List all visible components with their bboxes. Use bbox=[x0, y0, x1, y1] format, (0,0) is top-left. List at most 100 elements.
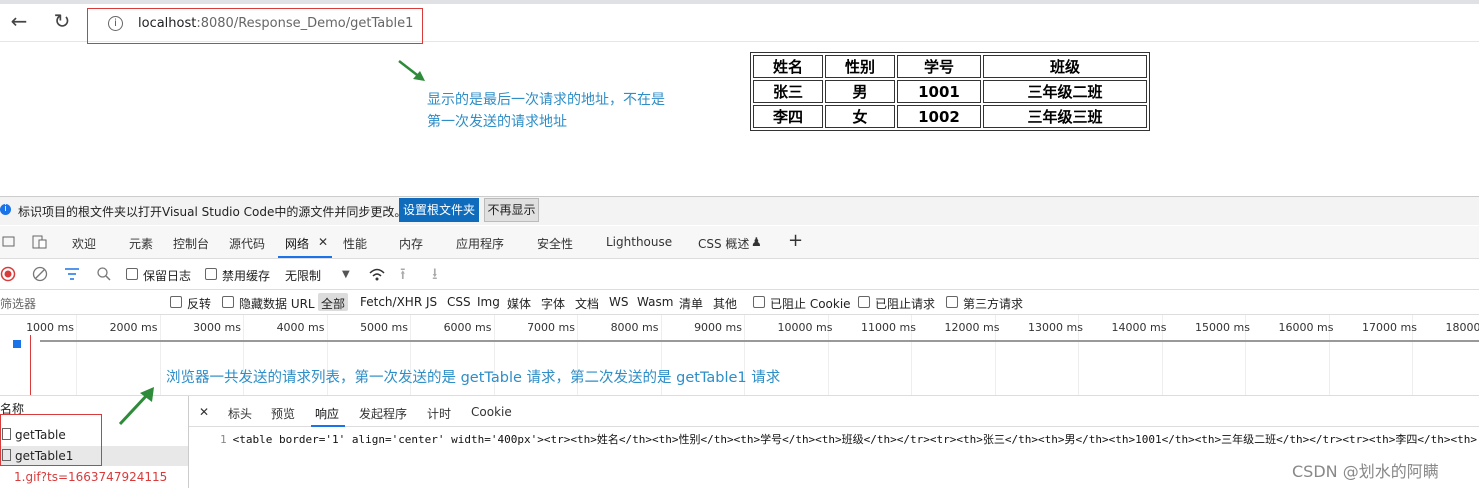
timeline-tick-label: 17000 ms bbox=[1362, 321, 1417, 334]
set-root-folder-button[interactable]: 设置根文件夹 bbox=[399, 198, 479, 222]
preserve-log-checkbox[interactable] bbox=[126, 268, 138, 280]
filter-type-media[interactable]: 媒体 bbox=[507, 295, 531, 312]
table-cell: 1001 bbox=[897, 80, 981, 103]
tab-security[interactable]: 安全性 bbox=[537, 235, 573, 252]
url-path: :8080/Response_Demo/getTable1 bbox=[196, 16, 414, 31]
filter-type-doc[interactable]: 文档 bbox=[575, 295, 599, 312]
back-arrow-icon[interactable]: ← bbox=[5, 8, 33, 36]
invert-label: 反转 bbox=[187, 297, 212, 311]
filter-type-font[interactable]: 字体 bbox=[541, 295, 565, 312]
tab-elements[interactable]: 元素 bbox=[129, 235, 153, 252]
hide-data-url-checkbox[interactable] bbox=[222, 296, 234, 308]
tab-headers[interactable]: 标头 bbox=[228, 405, 252, 422]
request-list-highlight bbox=[0, 414, 102, 466]
timeline-tick-label: 15000 ms bbox=[1195, 321, 1250, 334]
timeline-tick-label: 13000 ms bbox=[1028, 321, 1083, 334]
chevron-down-icon[interactable]: ▼ bbox=[342, 269, 350, 280]
address-bar-url[interactable]: localhost:8080/Response_Demo/getTable1 bbox=[138, 16, 413, 31]
filter-input[interactable]: 筛选器 bbox=[0, 295, 36, 312]
disable-cache-checkbox[interactable] bbox=[205, 268, 217, 280]
blocked-requests-label: 已阻止请求 bbox=[875, 297, 936, 311]
filter-type-fetch-xhr[interactable]: Fetch/XHR bbox=[360, 295, 422, 309]
note-line: 第一次发送的请求地址 bbox=[427, 114, 567, 130]
timeline-tick-label: 10000 ms bbox=[777, 321, 833, 334]
filter-type-ws[interactable]: WS bbox=[609, 295, 628, 309]
tab-timing[interactable]: 计时 bbox=[427, 405, 451, 422]
response-body-line: 1 <table border='1' align='center' width=… bbox=[220, 431, 1477, 447]
info-icon: i bbox=[0, 204, 11, 215]
hide-data-url-label: 隐藏数据 URL bbox=[239, 297, 315, 311]
tab-memory[interactable]: 内存 bbox=[399, 235, 423, 252]
inspect-icon[interactable] bbox=[2, 236, 16, 248]
tab-sources[interactable]: 源代码 bbox=[229, 235, 265, 252]
timeline-gridline bbox=[76, 315, 77, 395]
reload-icon[interactable]: ↻ bbox=[48, 8, 76, 36]
blocked-requests-checkbox[interactable] bbox=[858, 296, 870, 308]
load-marker bbox=[30, 335, 31, 395]
timeline-tick-label: 18000 ms bbox=[1445, 321, 1479, 334]
tab-cookies[interactable]: Cookie bbox=[471, 405, 512, 419]
add-tab-icon[interactable]: + bbox=[788, 230, 803, 251]
tab-lighthouse[interactable]: Lighthouse bbox=[606, 235, 672, 249]
clear-icon[interactable] bbox=[32, 266, 48, 282]
infobar-message: 标识项目的根文件夹以打开Visual Studio Code中的源文件并同步更改… bbox=[18, 205, 407, 219]
timeline-tick-label: 8000 ms bbox=[610, 321, 659, 334]
request-marker bbox=[13, 340, 21, 348]
filter-type-all[interactable]: 全部 bbox=[321, 295, 345, 312]
timeline-tick-label: 2000 ms bbox=[109, 321, 158, 334]
throttling-select[interactable]: 无限制 bbox=[285, 267, 321, 284]
table-header-cell: 学号 bbox=[897, 55, 981, 78]
filter-type-manifest[interactable]: 清单 bbox=[679, 295, 703, 312]
request-row-gif[interactable]: 1.gif?ts=1663747924115 bbox=[14, 467, 202, 487]
preserve-log-label: 保留日志 bbox=[143, 269, 192, 283]
timeline-tick-label: 12000 ms bbox=[944, 321, 1000, 334]
timeline-gridline bbox=[159, 315, 161, 395]
export-har-icon[interactable]: ⭳ bbox=[432, 263, 438, 290]
network-conditions-icon[interactable] bbox=[368, 266, 386, 282]
table-cell: 李四 bbox=[753, 105, 823, 128]
annotation-note-bottom: 浏览器一共发送的请求列表，第一次发送的是 getTable 请求，第二次发送的是… bbox=[166, 370, 781, 386]
tab-preview[interactable]: 预览 bbox=[271, 405, 295, 422]
timeline-tick-label: 1000 ms bbox=[26, 321, 74, 334]
student-table: 姓名 性别 学号 班级 张三 男 1001 三年级二班 李四 女 1002 三年… bbox=[750, 52, 1150, 131]
timeline-tick-label: 4000 ms bbox=[276, 321, 325, 334]
timeline-tick-label: 9000 ms bbox=[694, 321, 742, 334]
tab-welcome[interactable]: 欢迎 bbox=[72, 235, 96, 252]
third-party-checkbox[interactable] bbox=[946, 296, 958, 308]
request-name: 1.gif?ts=1663747924115 bbox=[14, 470, 168, 484]
filter-type-img[interactable]: Img bbox=[477, 295, 500, 309]
tab-network[interactable]: 网络 bbox=[285, 235, 309, 252]
filter-icon[interactable] bbox=[64, 267, 80, 281]
timeline-tick-label: 6000 ms bbox=[443, 321, 492, 334]
device-toolbar-icon[interactable] bbox=[32, 235, 48, 249]
record-icon[interactable] bbox=[0, 266, 16, 282]
invert-checkbox[interactable] bbox=[170, 296, 182, 308]
blocked-cookies-checkbox[interactable] bbox=[753, 296, 765, 308]
tab-application[interactable]: 应用程序 bbox=[456, 235, 504, 252]
table-cell: 三年级二班 bbox=[983, 80, 1147, 103]
timeline-tick-label: 7000 ms bbox=[527, 321, 575, 334]
table-row: 李四 女 1002 三年级三班 bbox=[753, 105, 1147, 128]
tab-console[interactable]: 控制台 bbox=[173, 235, 209, 252]
filter-type-other[interactable]: 其他 bbox=[713, 295, 737, 312]
table-header-row: 姓名 性别 学号 班级 bbox=[753, 55, 1147, 78]
site-info-icon[interactable]: i bbox=[108, 16, 123, 31]
experiment-flask-icon: ♟ bbox=[751, 235, 762, 249]
line-number: 1 bbox=[220, 433, 227, 446]
timeline-tick-label: 11000 ms bbox=[861, 321, 916, 334]
filter-type-css[interactable]: CSS bbox=[447, 295, 471, 309]
active-tab-indicator bbox=[278, 256, 332, 258]
tab-performance[interactable]: 性能 bbox=[343, 235, 367, 252]
import-har-icon[interactable]: ⭱ bbox=[400, 263, 406, 290]
table-cell: 三年级三班 bbox=[983, 105, 1147, 128]
search-icon[interactable] bbox=[96, 266, 112, 282]
close-detail-icon[interactable]: ✕ bbox=[199, 405, 209, 419]
filter-type-js[interactable]: JS bbox=[426, 295, 437, 309]
tab-initiator[interactable]: 发起程序 bbox=[359, 405, 407, 422]
active-detail-tab-indicator bbox=[311, 425, 345, 427]
close-tab-icon[interactable]: ✕ bbox=[318, 235, 328, 249]
tab-css-overview[interactable]: CSS 概述 bbox=[698, 235, 749, 252]
filter-type-wasm[interactable]: Wasm bbox=[637, 295, 673, 309]
tab-response[interactable]: 响应 bbox=[315, 405, 339, 422]
dont-show-again-button[interactable]: 不再显示 bbox=[484, 198, 539, 222]
